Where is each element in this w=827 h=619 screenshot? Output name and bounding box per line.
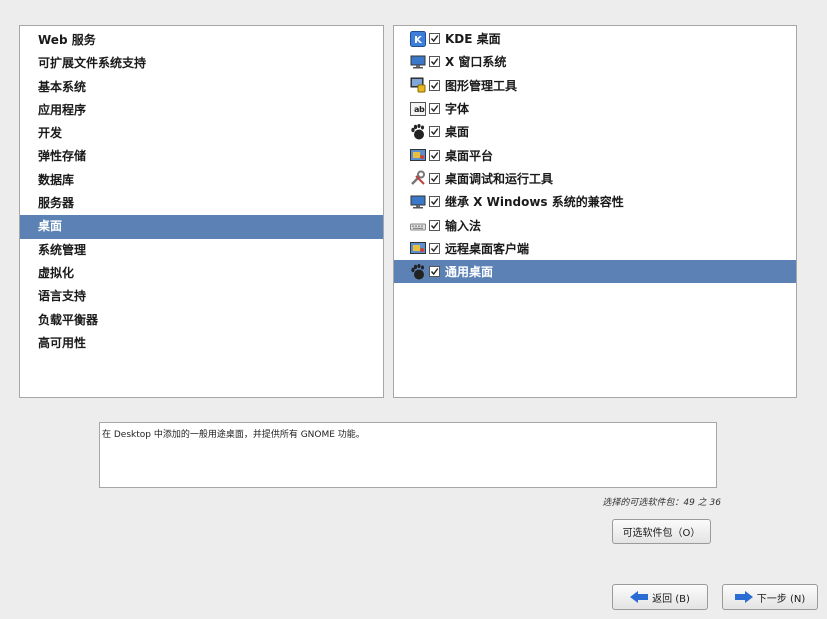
package-item[interactable]: a b 字体 bbox=[394, 97, 796, 120]
package-checkbox[interactable] bbox=[429, 266, 440, 278]
package-checkbox[interactable] bbox=[429, 33, 440, 45]
gnome-foot-icon bbox=[410, 123, 426, 140]
optional-packages-button[interactable]: 可选软件包（O） bbox=[612, 519, 711, 544]
package-item[interactable]: X 窗口系统 bbox=[394, 50, 796, 73]
package-checkbox[interactable] bbox=[429, 196, 440, 208]
group-item[interactable]: 弹性存储 bbox=[20, 145, 383, 168]
group-item[interactable]: 可扩展文件系统支持 bbox=[20, 52, 383, 75]
package-label: 通用桌面 bbox=[445, 265, 494, 280]
keyboard-icon bbox=[410, 217, 426, 233]
package-label: 桌面调试和运行工具 bbox=[445, 171, 554, 186]
group-item[interactable]: 服务器 bbox=[20, 192, 383, 215]
desktop-platform-icon bbox=[410, 240, 426, 256]
package-item[interactable]: 通用桌面 bbox=[394, 259, 796, 284]
next-button[interactable]: 下一步 (N) bbox=[722, 584, 818, 610]
back-button[interactable]: 返回 (B) bbox=[612, 584, 708, 610]
package-label: 继承 X Windows 系统的兼容性 bbox=[445, 195, 624, 210]
package-group-list[interactable]: Web 服务 可扩展文件系统支持 基本系统 应用程序 开发 弹性存储 数据库 服务器 桌面 系统管… bbox=[19, 25, 384, 398]
package-checkbox[interactable] bbox=[429, 219, 440, 231]
package-label: KDE 桌面 bbox=[445, 32, 501, 47]
package-label: 桌面 bbox=[445, 125, 470, 140]
svg-text:K: K bbox=[414, 35, 423, 46]
group-item[interactable]: 系统管理 bbox=[20, 239, 383, 262]
group-item[interactable]: 语言支持 bbox=[20, 285, 383, 308]
package-label: 远程桌面客户端 bbox=[445, 241, 530, 256]
group-item[interactable]: 负载平衡器 bbox=[20, 309, 383, 332]
package-label: 桌面平台 bbox=[445, 148, 494, 163]
package-checkbox[interactable] bbox=[429, 56, 440, 68]
package-list[interactable]: K KDE 桌面 X 窗口系统 图形管理工具 a b 字体桌面桌面平台桌面调试和运行工具继承… bbox=[393, 25, 797, 398]
optional-packages-label: 可选软件包（O） bbox=[622, 528, 701, 539]
monitor-icon bbox=[410, 194, 426, 210]
arrow-right-icon bbox=[734, 591, 753, 603]
package-item[interactable]: 桌面平台 bbox=[394, 143, 796, 166]
package-checkbox[interactable] bbox=[429, 103, 440, 115]
package-item[interactable]: 桌面 bbox=[394, 120, 796, 143]
package-checkbox[interactable] bbox=[429, 79, 440, 91]
group-item[interactable]: 高可用性 bbox=[20, 332, 383, 355]
package-item[interactable]: 图形管理工具 bbox=[394, 74, 796, 97]
package-checkbox[interactable] bbox=[429, 242, 440, 254]
package-checkbox[interactable] bbox=[429, 172, 440, 184]
group-item[interactable]: 应用程序 bbox=[20, 99, 383, 122]
next-button-label: 下一步 (N) bbox=[756, 593, 806, 605]
optional-package-count: 选择的可选软件包：49 之 36 bbox=[602, 498, 721, 508]
tools-icon bbox=[410, 170, 426, 186]
group-item[interactable]: 基本系统 bbox=[20, 76, 383, 99]
group-item[interactable]: 桌面 bbox=[20, 215, 383, 239]
gnome-foot-icon bbox=[410, 263, 426, 280]
package-checkbox[interactable] bbox=[429, 126, 440, 138]
group-item[interactable]: 虚拟化 bbox=[20, 262, 383, 285]
package-label: 字体 bbox=[445, 102, 470, 117]
package-item[interactable]: K KDE 桌面 bbox=[394, 27, 796, 50]
font-icon: ab bbox=[410, 101, 426, 117]
package-checkbox[interactable] bbox=[429, 149, 440, 161]
desktop-platform-icon bbox=[410, 147, 426, 163]
package-label: X 窗口系统 bbox=[445, 55, 507, 70]
svg-text:b: b bbox=[419, 105, 425, 114]
package-item[interactable]: 桌面调试和运行工具 bbox=[394, 167, 796, 190]
arrow-left-icon bbox=[630, 591, 649, 603]
package-item[interactable]: 继承 X Windows 系统的兼容性 bbox=[394, 190, 796, 213]
admin-lock-icon bbox=[410, 77, 426, 93]
group-item[interactable]: 数据库 bbox=[20, 169, 383, 192]
back-button-label: 返回 (B) bbox=[652, 593, 690, 605]
group-description: 在 Desktop 中添加的一般用途桌面，并提供所有 GNOME 功能。 bbox=[99, 422, 717, 488]
group-item[interactable]: 开发 bbox=[20, 122, 383, 145]
package-label: 输入法 bbox=[445, 218, 482, 233]
kde-icon: K bbox=[410, 30, 426, 47]
package-item[interactable]: 远程桌面客户端 bbox=[394, 237, 796, 260]
package-label: 图形管理工具 bbox=[445, 78, 518, 93]
package-item[interactable]: 输入法 bbox=[394, 213, 796, 236]
monitor-icon bbox=[410, 54, 426, 70]
group-item[interactable]: Web 服务 bbox=[20, 29, 383, 52]
